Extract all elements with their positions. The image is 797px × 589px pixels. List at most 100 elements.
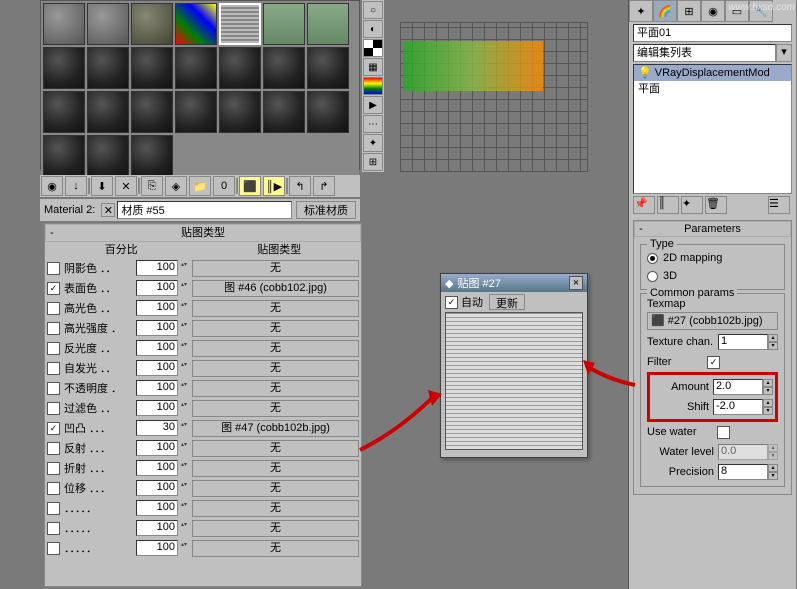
map-enable-checkbox[interactable] <box>47 262 60 275</box>
close-icon[interactable]: × <box>569 276 583 290</box>
map-slot-button[interactable]: 无 <box>192 360 359 377</box>
get-material-icon[interactable]: ◉ <box>41 176 63 196</box>
map-amount-spinner[interactable]: 30 <box>136 420 178 436</box>
make-preview-icon[interactable]: ▶ <box>363 96 383 114</box>
material-slot[interactable] <box>263 47 305 89</box>
map-enable-checkbox[interactable]: ✓ <box>47 282 60 295</box>
map-enable-checkbox[interactable] <box>47 522 60 535</box>
material-name-dropdown[interactable]: 材质 #55 <box>117 201 292 219</box>
spin-up-icon[interactable]: ▴ <box>768 334 778 342</box>
map-amount-spinner[interactable]: 100 <box>136 480 178 496</box>
material-slot[interactable] <box>131 135 173 177</box>
map-amount-spinner[interactable]: 100 <box>136 300 178 316</box>
assign-material-icon[interactable]: ⬇ <box>91 176 113 196</box>
map-amount-spinner[interactable]: 100 <box>136 280 178 296</box>
backlight-icon[interactable]: ◐ <box>363 20 383 38</box>
map-slot-button[interactable]: 图 #46 (cobb102.jpg) <box>192 280 359 297</box>
map-slot-button[interactable]: 无 <box>192 380 359 397</box>
map-amount-spinner[interactable]: 100 <box>136 540 178 556</box>
radio-2d-mapping[interactable] <box>647 253 658 264</box>
map-amount-spinner[interactable]: 100 <box>136 440 178 456</box>
material-slot[interactable] <box>263 3 305 45</box>
map-slot-button[interactable]: 无 <box>192 340 359 357</box>
texture-chan-spinner[interactable]: 1 <box>718 334 768 350</box>
material-slot[interactable] <box>175 91 217 133</box>
map-enable-checkbox[interactable] <box>47 342 60 355</box>
auto-checkbox[interactable]: ✓ <box>445 296 458 309</box>
map-slot-button[interactable]: 无 <box>192 300 359 317</box>
go-to-parent-icon[interactable]: ↰ <box>289 176 311 196</box>
material-type-button[interactable]: 标准材质 <box>296 201 356 219</box>
sample-uv-icon[interactable]: ▦ <box>363 58 383 76</box>
maps-rollout-header[interactable]: - 贴图类型 <box>45 224 361 242</box>
spin-down-icon[interactable]: ▾ <box>763 387 773 395</box>
map-enable-checkbox[interactable] <box>47 382 60 395</box>
make-unique-icon[interactable]: ◈ <box>165 176 187 196</box>
map-slot-button[interactable]: 无 <box>192 440 359 457</box>
pick-material-icon[interactable]: ✕ <box>101 203 115 217</box>
make-copy-icon[interactable]: ⎘ <box>141 176 163 196</box>
map-enable-checkbox[interactable] <box>47 462 60 475</box>
material-slot[interactable] <box>131 3 173 45</box>
material-slot[interactable] <box>43 91 85 133</box>
dropdown-arrow-icon[interactable]: ▾ <box>776 44 792 62</box>
select-by-material-icon[interactable]: ✦ <box>363 134 383 152</box>
map-enable-checkbox[interactable] <box>47 402 60 415</box>
motion-tab-icon[interactable]: ◉ <box>701 0 725 22</box>
show-map-icon[interactable]: ⬛ <box>239 176 261 196</box>
lightbulb-icon[interactable]: 💡 <box>638 67 652 79</box>
spin-down-icon[interactable]: ▾ <box>768 472 778 480</box>
sample-type-icon[interactable]: ○ <box>363 1 383 19</box>
map-enable-checkbox[interactable] <box>47 442 60 455</box>
object-name-field[interactable]: 平面01 <box>633 24 792 42</box>
map-enable-checkbox[interactable]: ✓ <box>47 422 60 435</box>
map-enable-checkbox[interactable] <box>47 302 60 315</box>
map-slot-button[interactable]: 无 <box>192 260 359 277</box>
put-to-scene-icon[interactable]: ↓ <box>65 176 87 196</box>
update-button[interactable]: 更新 <box>489 294 525 310</box>
show-end-result-icon[interactable]: ║▶ <box>263 176 285 196</box>
map-slot-button[interactable]: 无 <box>192 460 359 477</box>
map-amount-spinner[interactable]: 100 <box>136 340 178 356</box>
map-slot-button[interactable]: 无 <box>192 540 359 557</box>
map-amount-spinner[interactable]: 100 <box>136 260 178 276</box>
material-slot[interactable] <box>219 3 261 45</box>
map-amount-spinner[interactable]: 100 <box>136 520 178 536</box>
material-map-navigator-icon[interactable]: ⊞ <box>363 153 383 171</box>
put-to-library-icon[interactable]: 📁 <box>189 176 211 196</box>
stack-item-vraydisplacement[interactable]: 💡 VRayDisplacementMod <box>634 65 791 81</box>
make-unique-icon[interactable]: ✦ <box>681 196 703 214</box>
material-slot[interactable] <box>219 91 261 133</box>
map-slot-button[interactable]: 无 <box>192 520 359 537</box>
use-water-checkbox[interactable] <box>717 426 730 439</box>
viewport-top-grid[interactable] <box>400 22 588 172</box>
pin-stack-icon[interactable]: 📌 <box>633 196 655 214</box>
map-enable-checkbox[interactable] <box>47 502 60 515</box>
filter-checkbox[interactable]: ✓ <box>707 356 720 369</box>
reset-map-icon[interactable]: ✕ <box>115 176 137 196</box>
texture-window-titlebar[interactable]: ◆ 贴图 #27 × <box>441 274 587 292</box>
create-tab-icon[interactable]: ✦ <box>629 0 653 22</box>
material-slot[interactable] <box>43 3 85 45</box>
material-slot[interactable] <box>87 91 129 133</box>
show-end-result-icon[interactable]: ║ <box>657 196 679 214</box>
map-slot-button[interactable]: 无 <box>192 320 359 337</box>
shift-spinner[interactable]: -2.0 <box>713 399 763 415</box>
map-slot-button[interactable]: 无 <box>192 400 359 417</box>
background-icon[interactable] <box>363 39 383 57</box>
material-slot[interactable] <box>307 47 349 89</box>
go-forward-icon[interactable]: ↱ <box>313 176 335 196</box>
modify-tab-icon[interactable]: 🌈 <box>653 0 677 22</box>
modifier-stack[interactable]: 💡 VRayDisplacementMod 平面 <box>633 64 792 194</box>
map-slot-button[interactable]: 图 #47 (cobb102b.jpg) <box>192 420 359 437</box>
material-slot[interactable] <box>307 91 349 133</box>
map-enable-checkbox[interactable] <box>47 542 60 555</box>
material-slot[interactable] <box>87 47 129 89</box>
map-amount-spinner[interactable]: 100 <box>136 360 178 376</box>
hierarchy-tab-icon[interactable]: ⊞ <box>677 0 701 22</box>
material-id-icon[interactable]: 0 <box>213 176 235 196</box>
map-amount-spinner[interactable]: 100 <box>136 400 178 416</box>
stack-item-plane[interactable]: 平面 <box>634 81 791 97</box>
configure-sets-icon[interactable]: ☰ <box>768 196 790 214</box>
amount-spinner[interactable]: 2.0 <box>713 379 763 395</box>
